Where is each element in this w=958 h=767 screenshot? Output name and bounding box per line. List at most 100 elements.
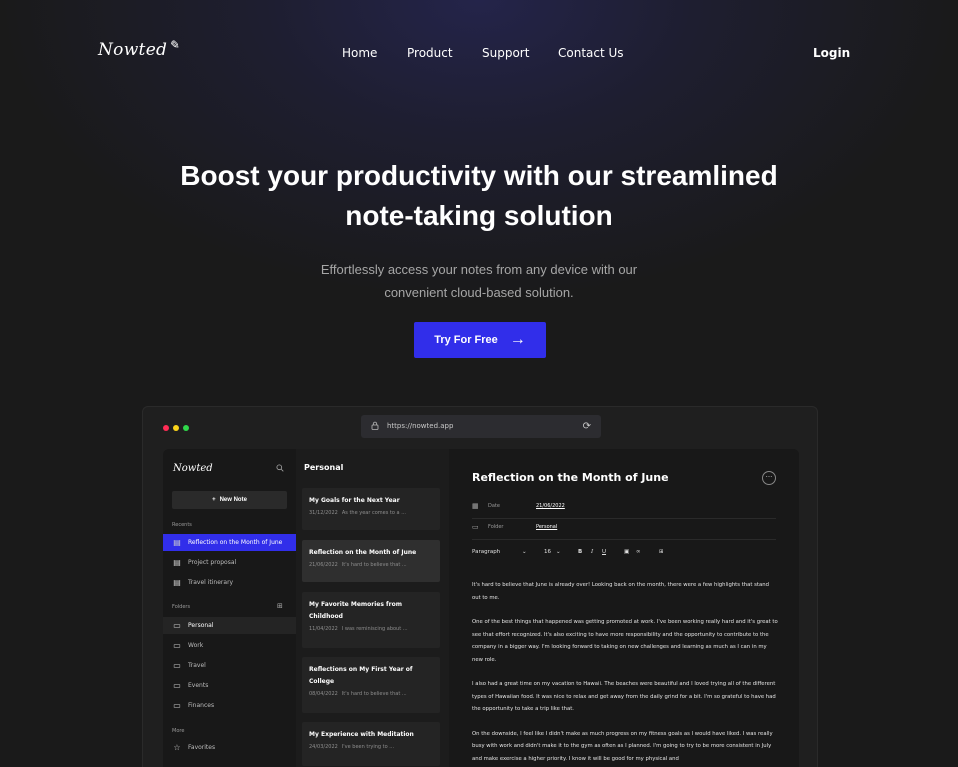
- hero-title-bold-1: streamlined: [620, 160, 778, 191]
- note-card-meta: 08/04/2022 It's hard to believe that ...: [309, 691, 433, 697]
- folder-open-icon: ▭: [173, 621, 181, 630]
- folder-icon: ▭: [173, 681, 181, 690]
- folder-item-label: Work: [188, 642, 204, 649]
- date-label: Date: [488, 503, 500, 509]
- folder-label: Folder: [488, 524, 504, 530]
- folder-icon: ▭: [472, 523, 479, 531]
- italic-icon: I: [591, 549, 594, 555]
- note-card: Reflections on My First Year of College …: [302, 657, 440, 713]
- folder-item-label: Personal: [188, 622, 214, 629]
- folder-icon: ▭: [173, 701, 181, 710]
- paragraph-style-select: Paragraph: [472, 549, 501, 555]
- recent-item-label: Travel itinerary: [188, 579, 234, 586]
- login-link[interactable]: Login: [813, 46, 850, 60]
- document-icon: ▤: [173, 538, 181, 547]
- note-date-row: ▦ Date 21/06/2022: [472, 500, 772, 512]
- address-bar: https://nowted.app ⟳: [361, 415, 601, 438]
- note-card-date: 11/04/2022: [309, 626, 338, 632]
- folder-item: ▭ Travel: [163, 657, 296, 674]
- bold-icon: B: [578, 549, 583, 555]
- maximize-dot-icon: [183, 425, 189, 431]
- url-text: https://nowted.app: [387, 422, 454, 430]
- note-paragraph: It's hard to believe that June is alread…: [472, 582, 769, 601]
- table-icon: ⊞: [659, 549, 664, 555]
- folder-item-label: Travel: [188, 662, 206, 669]
- notes-list-title: Personal: [304, 463, 344, 472]
- note-card-preview: I was reminiscing about ...: [341, 626, 408, 632]
- recent-item: ▤ Project proposal: [163, 554, 296, 571]
- add-folder-icon: ⊞: [277, 602, 283, 610]
- nav-support-link[interactable]: Support: [482, 46, 529, 60]
- folder-value: Personal: [536, 524, 558, 530]
- arrow-right-icon: →: [509, 331, 526, 348]
- nav-product-link[interactable]: Product: [407, 46, 453, 60]
- note-card-preview: It's hard to believe that ...: [341, 691, 407, 697]
- note-card-title: Reflection on the Month of June: [309, 549, 417, 556]
- note-card-date: 24/03/2022: [309, 744, 338, 750]
- divider: [472, 539, 776, 540]
- hero-subtitle: Effortlessly access your notes from any …: [0, 258, 958, 304]
- note-card-date: 21/06/2022: [309, 562, 338, 568]
- note-paragraph: On the downside, I feel like I didn't ma…: [472, 730, 773, 762]
- recent-item: ▤ Travel itinerary: [163, 574, 296, 591]
- recent-item-label: Reflection on the Month of June: [188, 539, 283, 546]
- note-card: My Goals for the Next Year 31/12/2022 As …: [302, 488, 440, 530]
- note-card-date: 08/04/2022: [309, 691, 338, 697]
- underline-icon: U: [602, 549, 607, 555]
- sidebar-logo: Nowted: [173, 463, 213, 474]
- note-editor: Reflection on the Month of June ··· ▦ Da…: [449, 449, 799, 767]
- note-card-meta: 31/12/2022 As the year comes to a ...: [309, 510, 433, 516]
- note-card: My Experience with Meditation 24/03/2022…: [302, 722, 440, 766]
- cta-label: Try For Free: [434, 334, 498, 346]
- hero-subtitle-line2: convenient cloud-based solution.: [384, 285, 574, 300]
- note-card-title: My Experience with Meditation: [309, 731, 414, 738]
- star-icon: ☆: [173, 743, 181, 752]
- note-card-date: 31/12/2022: [309, 510, 338, 516]
- app-preview-window: https://nowted.app ⟳ Nowted + New Note R…: [142, 406, 818, 767]
- more-options-icon: ···: [762, 471, 776, 485]
- more-item-favorites: ☆ Favorites: [163, 739, 296, 756]
- chevron-down-icon: ⌄: [522, 549, 527, 555]
- note-card-meta: 24/03/2022 I've been trying to ...: [309, 744, 433, 750]
- folder-item: ▭ Finances: [163, 697, 296, 714]
- minimize-dot-icon: [173, 425, 179, 431]
- nav-contact-link[interactable]: Contact Us: [558, 46, 624, 60]
- note-card-title: My Favorite Memories from Childhood: [309, 601, 402, 620]
- notes-list: Personal My Goals for the Next Year 31/1…: [296, 449, 449, 767]
- hero-title-bold-2: note-taking solution: [345, 200, 613, 231]
- note-card-preview: It's hard to believe that ...: [341, 562, 407, 568]
- note-paragraph: One of the best things that happened was…: [472, 619, 778, 663]
- note-card: My Favorite Memories from Childhood 11/0…: [302, 592, 440, 648]
- folder-item: ▭ Work: [163, 637, 296, 654]
- note-title: Reflection on the Month of June: [472, 471, 669, 484]
- font-size-select: 16: [544, 549, 551, 555]
- note-card-meta: 21/06/2022 It's hard to believe that ...: [309, 562, 433, 568]
- recents-heading: Recents: [172, 522, 192, 528]
- reload-icon: ⟳: [582, 421, 591, 432]
- calendar-icon: ▦: [472, 502, 479, 510]
- try-for-free-button[interactable]: Try For Free →: [414, 322, 546, 358]
- note-card-title: Reflections on My First Year of College: [309, 666, 413, 685]
- recent-item: ▤ Reflection on the Month of June: [163, 534, 296, 551]
- note-card-title: My Goals for the Next Year: [309, 497, 400, 504]
- folder-icon: ▭: [173, 661, 181, 670]
- folder-item: ▭ Personal: [163, 617, 296, 634]
- link-icon: ∞: [636, 549, 641, 555]
- date-value: 21/06/2022: [536, 503, 565, 509]
- more-heading: More: [172, 728, 185, 734]
- note-card-meta: 11/04/2022 I was reminiscing about ...: [309, 626, 433, 632]
- app-mockup: Nowted + New Note Recents ▤ Reflection on…: [163, 449, 799, 767]
- note-card-selected: Reflection on the Month of June 21/06/20…: [302, 540, 440, 582]
- sidebar: Nowted + New Note Recents ▤ Reflection on…: [163, 449, 296, 767]
- new-note-button: + New Note: [172, 491, 287, 509]
- nav-home-link[interactable]: Home: [342, 46, 377, 60]
- hero-title: Boost your productivity with our streaml…: [0, 156, 958, 236]
- note-paragraph: I also had a great time on my vacation t…: [472, 681, 776, 712]
- note-folder-row: ▭ Folder Personal: [472, 521, 772, 533]
- more-item-label: Favorites: [188, 744, 216, 751]
- folder-icon: ▭: [173, 641, 181, 650]
- divider: [472, 518, 776, 519]
- folder-item-label: Events: [188, 682, 209, 689]
- new-note-label: New Note: [219, 497, 247, 503]
- folders-heading: Folders: [172, 604, 191, 610]
